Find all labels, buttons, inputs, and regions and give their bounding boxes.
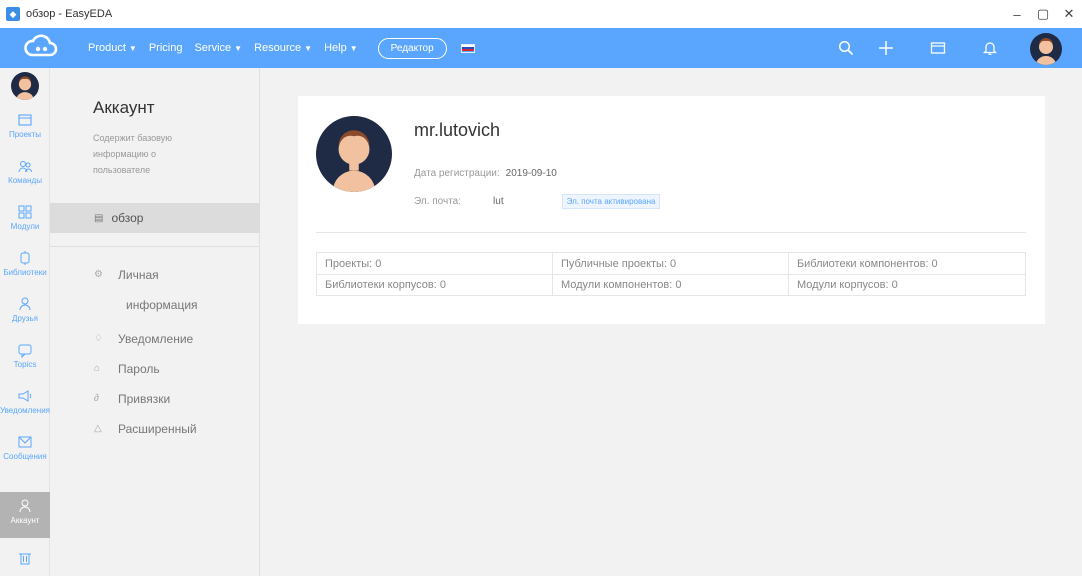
trash-icon xyxy=(19,553,31,565)
warning-icon: △ xyxy=(94,423,102,434)
topics-icon xyxy=(18,344,32,358)
rail-item-teams[interactable]: Команды xyxy=(0,158,50,185)
rail-item-friends[interactable]: Друзья xyxy=(0,296,50,323)
stat-public-projects: Публичные проекты: 0 xyxy=(553,253,789,274)
sidebar-divider xyxy=(50,246,260,247)
email-info: Эл. почта: lut Эл. почта активирована xyxy=(414,194,661,209)
top-navbar: Product ▼ Pricing Service ▼ Resource ▼ Help… xyxy=(0,28,1082,68)
card-divider xyxy=(316,232,1026,233)
profile-avatar[interactable] xyxy=(316,116,392,192)
rail-item-modules[interactable]: Модули xyxy=(0,204,50,231)
settings-icon: ⚙ xyxy=(94,269,103,280)
account-sidebar: Аккаунт Содержит базовую информацию о по… xyxy=(50,68,260,576)
menu-product[interactable]: Product ▼ xyxy=(88,42,137,54)
rail-item-account[interactable]: Аккаунт xyxy=(0,492,50,538)
username: mr.lutovich xyxy=(414,120,501,140)
stat-footprint-modules: Модули корпусов: 0 xyxy=(796,279,898,291)
sidebar-item-advanced[interactable]: △ Расширенный xyxy=(94,414,197,444)
rail-item-messages[interactable]: Сообщения xyxy=(0,434,50,461)
language-flag-icon[interactable] xyxy=(460,43,475,53)
window-title: обзор - EasyEDA xyxy=(26,8,113,20)
rail-item-topics[interactable]: Topics xyxy=(0,342,50,369)
id-card-icon: ▤ xyxy=(94,212,104,224)
user-avatar[interactable] xyxy=(1030,33,1062,65)
menu-service[interactable]: Service ▼ xyxy=(194,42,242,54)
sidebar-item-bindings[interactable]: ∂ Привязки xyxy=(94,384,170,414)
folder-icon[interactable] xyxy=(924,34,952,62)
window-titlebar: ◆ обзор - EasyEDA – ▢ ✕ xyxy=(0,0,1082,28)
lock-icon: ⌂ xyxy=(94,363,101,374)
stat-projects: Проекты: 0 xyxy=(317,253,553,274)
sidebar-item-overview[interactable]: ▤ обзор xyxy=(50,203,260,233)
stat-footprint-libraries: Библиотеки корпусов: 0 xyxy=(317,275,553,295)
sidebar-item-password[interactable]: ⌂ Пароль xyxy=(94,354,160,384)
team-icon xyxy=(18,161,32,173)
stats-row: Библиотеки корпусов: 0 Модули компоненто… xyxy=(317,274,1025,295)
stats-table: Проекты: 0 Публичные проекты: 0 Библиоте… xyxy=(316,252,1026,296)
left-rail: Проекты Команды Модули Библиотеки Друзья… xyxy=(0,68,50,576)
user-icon xyxy=(19,499,31,513)
email-verified-badge: Эл. почта активирована xyxy=(561,194,661,209)
library-icon xyxy=(20,251,30,265)
sidebar-description: Содержит базовую информацию о пользовате… xyxy=(93,133,172,175)
easyeda-logo-icon[interactable] xyxy=(24,33,58,63)
rail-avatar[interactable] xyxy=(11,72,39,100)
maximize-button[interactable]: ▢ xyxy=(1030,0,1056,28)
registration-info: Дата регистрации: 2019-09-10 xyxy=(414,168,557,179)
sidebar-title: Аккаунт xyxy=(93,98,155,117)
profile-card: mr.lutovich Дата регистрации: 2019-09-10… xyxy=(298,96,1045,324)
menu-pricing[interactable]: Pricing xyxy=(149,42,183,54)
app-icon: ◆ xyxy=(6,7,20,21)
main-menu: Product ▼ Pricing Service ▼ Resource ▼ Help… xyxy=(88,28,475,68)
close-button[interactable]: ✕ xyxy=(1056,0,1082,28)
bell-icon[interactable] xyxy=(976,34,1004,62)
stat-component-libraries: Библиотеки компонентов: 0 xyxy=(796,257,938,270)
minimize-button[interactable]: – xyxy=(1004,0,1030,28)
bell-icon: ♢ xyxy=(94,333,103,344)
rail-item-notifications[interactable]: Уведомления xyxy=(0,388,50,415)
menu-resource[interactable]: Resource ▼ xyxy=(254,42,312,54)
stats-row: Проекты: 0 Публичные проекты: 0 Библиоте… xyxy=(317,253,1025,274)
folder-icon xyxy=(18,114,32,126)
rail-item-projects[interactable]: Проекты xyxy=(0,112,50,139)
mail-icon xyxy=(18,436,32,448)
sidebar-item-personal-info[interactable]: ⚙ Личная информация xyxy=(94,260,198,320)
link-icon: ∂ xyxy=(94,393,99,404)
stat-component-modules: Модули компонентов: 0 xyxy=(553,275,789,295)
modules-icon xyxy=(18,205,32,219)
friends-icon xyxy=(19,297,31,311)
menu-help[interactable]: Help ▼ xyxy=(324,42,358,54)
sidebar-item-notifications[interactable]: ♢ Уведомление xyxy=(94,324,193,354)
search-icon[interactable] xyxy=(832,34,860,62)
rail-item-trash[interactable] xyxy=(0,550,50,568)
editor-button[interactable]: Редактор xyxy=(377,37,447,59)
rail-item-libraries[interactable]: Библиотеки xyxy=(0,250,50,277)
plus-icon[interactable] xyxy=(872,34,900,62)
megaphone-icon xyxy=(18,390,32,402)
